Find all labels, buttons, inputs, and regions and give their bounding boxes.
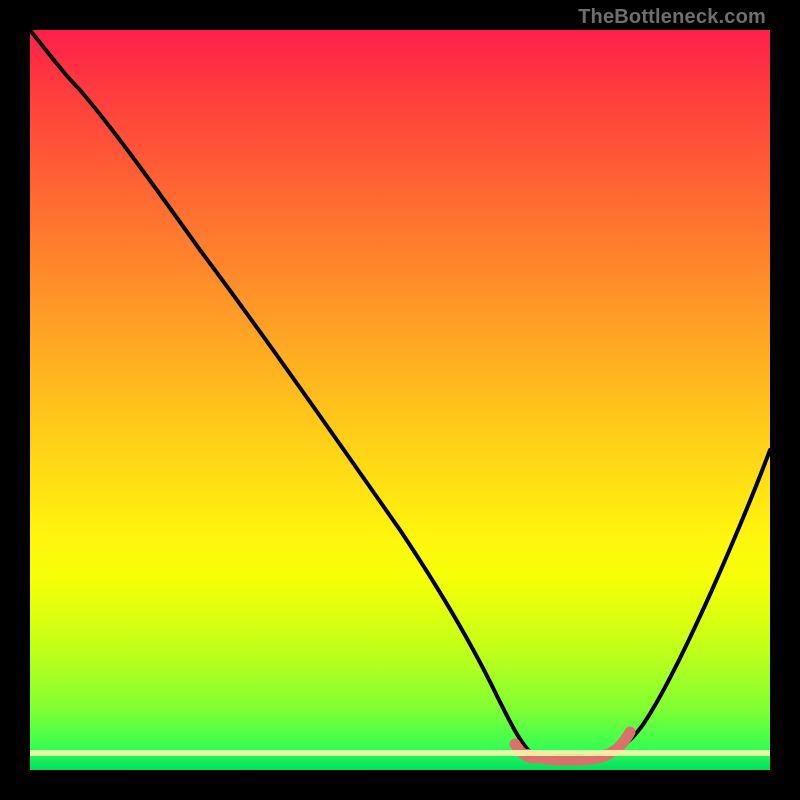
plot-area xyxy=(30,30,770,770)
chart-frame: TheBottleneck.com xyxy=(0,0,800,800)
curve-layer xyxy=(30,30,770,770)
bottleneck-curve xyxy=(30,30,770,756)
watermark-text: TheBottleneck.com xyxy=(578,6,766,29)
